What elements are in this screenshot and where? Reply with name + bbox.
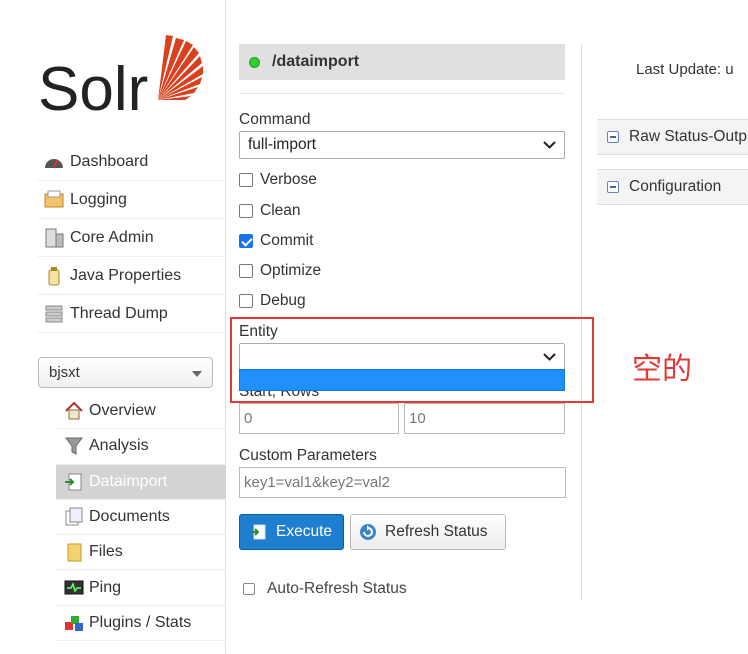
core-nav-item-label: Dataimport xyxy=(89,472,168,490)
custom-params-label: Custom Parameters xyxy=(239,447,377,464)
panel-title: /dataimport xyxy=(239,44,565,80)
configuration-label: Configuration xyxy=(629,178,722,195)
refresh-status-button[interactable]: Refresh Status xyxy=(350,514,506,550)
refresh-icon xyxy=(360,524,376,540)
nav-item-label: Dashboard xyxy=(70,152,149,170)
core-selector[interactable]: bjsxt xyxy=(38,357,213,388)
main-nav: Dashboard Logging Core Admin Java Propertie… xyxy=(38,143,224,333)
status-dot-icon xyxy=(249,56,260,68)
core-nav-item-dataimport[interactable]: Dataimport xyxy=(56,464,226,500)
core-nav-item-plugins-stats[interactable]: Plugins / Stats xyxy=(56,606,226,642)
nav-item-label: Logging xyxy=(70,190,127,208)
refresh-status-label: Refresh Status xyxy=(385,523,488,540)
raw-status-section[interactable]: Raw Status-Output xyxy=(597,119,748,155)
core-nav-item-overview[interactable]: Overview xyxy=(56,394,226,430)
nav-item-label: Core Admin xyxy=(70,228,154,246)
core-nav-item-label: Analysis xyxy=(89,437,149,455)
divider xyxy=(239,93,565,94)
nav-item-label: Thread Dump xyxy=(70,304,168,322)
auto-refresh-toggle[interactable]: Auto-Refresh Status xyxy=(243,580,407,598)
logging-icon xyxy=(43,190,65,210)
core-nav-item-documents[interactable]: Documents xyxy=(56,500,226,536)
debug-label: Debug xyxy=(260,292,306,309)
start-input[interactable]: 0 xyxy=(239,403,399,434)
custom-params-placeholder: key1=val1&key2=val2 xyxy=(244,474,390,491)
folder-icon xyxy=(64,542,84,562)
configuration-section[interactable]: Configuration xyxy=(597,169,748,205)
nav-item-label: Java Properties xyxy=(70,266,182,284)
optimize-checkbox[interactable] xyxy=(239,264,253,278)
start-input-placeholder: 0 xyxy=(244,410,253,427)
auto-refresh-checkbox[interactable] xyxy=(243,583,255,595)
core-nav-item-label: Overview xyxy=(89,402,156,420)
verbose-label: Verbose xyxy=(260,171,317,188)
core-nav-item-label: Ping xyxy=(89,578,122,596)
nav-item-dashboard[interactable]: Dashboard xyxy=(38,143,224,181)
option-clean[interactable]: Clean xyxy=(239,202,301,220)
auto-refresh-label: Auto-Refresh Status xyxy=(267,580,407,597)
clean-checkbox[interactable] xyxy=(239,204,253,218)
sidebar: Solr Dashboard Logging Core Admin Java Prop… xyxy=(0,0,226,654)
execute-label: Execute xyxy=(276,523,333,540)
logo-text: Solr xyxy=(38,55,148,115)
nav-item-java-properties[interactable]: Java Properties xyxy=(38,257,224,295)
verbose-checkbox[interactable] xyxy=(239,173,253,187)
optimize-label: Optimize xyxy=(260,262,322,279)
rows-input[interactable]: 10 xyxy=(404,403,565,434)
execute-button[interactable]: Execute xyxy=(239,514,344,550)
option-commit[interactable]: Commit xyxy=(239,232,313,250)
annotation-note: 空的 xyxy=(632,352,692,387)
last-update: Last Update: u xyxy=(636,61,734,78)
core-nav-item-files[interactable]: Files xyxy=(56,535,226,571)
core-selector-value: bjsxt xyxy=(49,364,80,381)
core-nav-item-label: Plugins / Stats xyxy=(89,613,192,631)
nav-item-logging[interactable]: Logging xyxy=(38,181,224,219)
raw-status-label: Raw Status-Output xyxy=(629,128,748,145)
command-label: Command xyxy=(239,111,311,128)
home-icon xyxy=(64,401,84,421)
thread-dump-icon xyxy=(43,304,65,324)
option-debug[interactable]: Debug xyxy=(239,292,306,310)
commit-label: Commit xyxy=(260,232,314,249)
command-select-value: full-import xyxy=(248,136,317,153)
dataimport-panel: /dataimport Command full-import Verbose C… xyxy=(239,44,566,597)
funnel-icon xyxy=(64,436,84,456)
annotation-highlight-box xyxy=(230,317,594,403)
clean-label: Clean xyxy=(260,202,301,219)
rows-input-placeholder: 10 xyxy=(409,410,426,427)
collapse-icon xyxy=(607,131,619,143)
panel-title-text: /dataimport xyxy=(272,53,360,70)
core-nav-item-ping[interactable]: Ping xyxy=(56,570,226,606)
core-nav-item-label: Files xyxy=(89,543,123,561)
dashboard-icon xyxy=(43,152,65,172)
dataimport-icon xyxy=(64,472,84,492)
collapse-icon xyxy=(607,181,619,193)
core-nav-item-label: Documents xyxy=(89,508,170,526)
nav-item-thread-dump[interactable]: Thread Dump xyxy=(38,295,224,333)
execute-icon xyxy=(251,524,266,540)
plugins-icon xyxy=(64,613,84,633)
option-verbose[interactable]: Verbose xyxy=(239,171,317,189)
core-nav-item-analysis[interactable]: Analysis xyxy=(56,429,226,465)
ping-icon xyxy=(64,578,84,598)
documents-icon xyxy=(64,507,84,527)
solr-logo[interactable]: Solr xyxy=(38,30,203,115)
core-nav: Overview Analysis Dataimport Documents Files… xyxy=(56,394,226,642)
caret-down-icon xyxy=(192,371,202,377)
commit-checkbox[interactable] xyxy=(239,234,253,248)
java-icon xyxy=(43,266,65,286)
core-admin-icon xyxy=(43,228,65,248)
chevron-down-icon xyxy=(543,141,556,149)
nav-item-core-admin[interactable]: Core Admin xyxy=(38,219,224,257)
option-optimize[interactable]: Optimize xyxy=(239,262,321,280)
sun-rays-icon xyxy=(158,35,203,100)
debug-checkbox[interactable] xyxy=(239,294,253,308)
command-select[interactable]: full-import xyxy=(239,131,565,159)
custom-params-input[interactable]: key1=val1&key2=val2 xyxy=(239,467,566,498)
